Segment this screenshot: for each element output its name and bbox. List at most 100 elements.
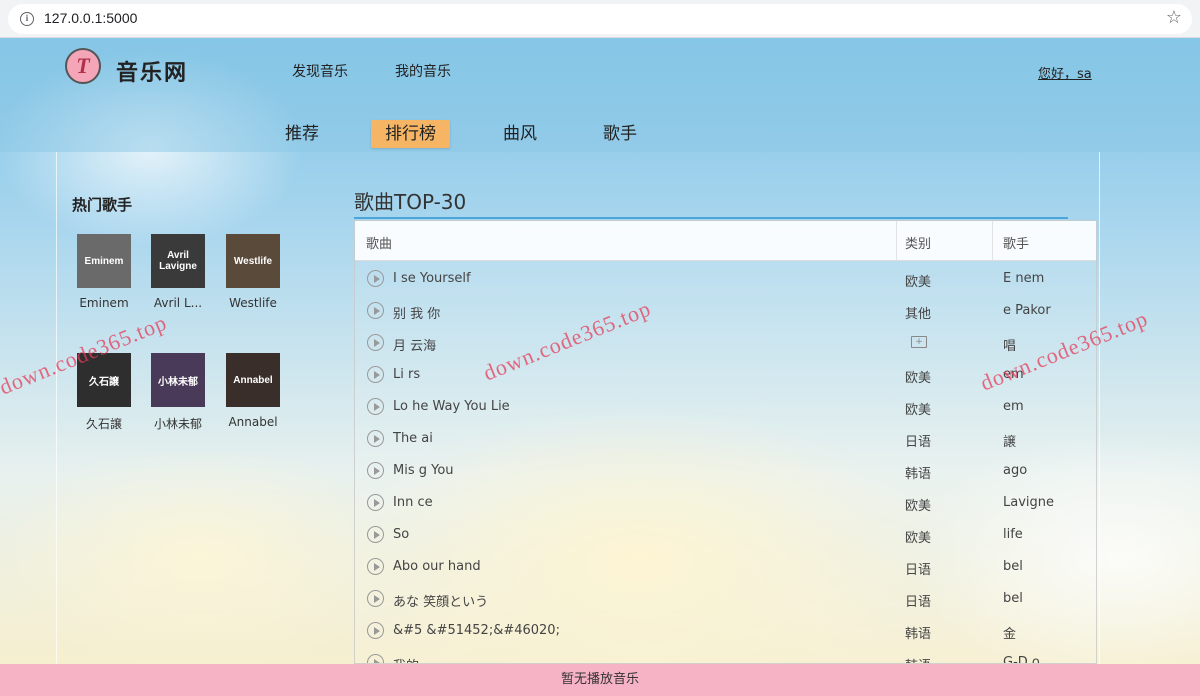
table-row[interactable]: Mis g You 韩语 ago	[355, 455, 1096, 487]
artist-name[interactable]: Eminem	[74, 296, 134, 310]
artist-name[interactable]: Avril L...	[148, 296, 208, 310]
play-icon[interactable]	[367, 366, 384, 383]
song-title[interactable]: Abo our hand	[393, 559, 481, 574]
play-icon[interactable]	[367, 334, 384, 351]
song-singer[interactable]: life	[1003, 527, 1023, 542]
song-category: 欧美	[905, 371, 932, 386]
song-title[interactable]: Inn ce	[393, 495, 433, 510]
song-singer[interactable]: bel	[1003, 591, 1023, 606]
artist-avatar[interactable]: Avril Lavigne	[151, 234, 205, 288]
play-icon[interactable]	[367, 270, 384, 287]
site-info-icon[interactable]: i	[20, 12, 34, 26]
table-row[interactable]: I se Yourself 欧美 E nem	[355, 263, 1096, 295]
song-list-title: 歌曲TOP-30	[354, 190, 467, 214]
title-underline	[354, 217, 1068, 219]
play-icon[interactable]	[367, 462, 384, 479]
play-icon[interactable]	[367, 494, 384, 511]
artist-card[interactable]: Annabel Annabel	[223, 353, 283, 429]
artist-card[interactable]: 小林未郁 小林未郁	[148, 353, 208, 432]
artist-name[interactable]: 小林未郁	[148, 415, 208, 432]
song-table: 歌曲 类别 歌手 I se Yourself 欧美 E nem 别 我 你 其他 e P…	[354, 220, 1097, 664]
table-row[interactable]: &#5 &#51452;&#46020; 韩语 金	[355, 615, 1096, 647]
tab-recommend[interactable]: 推荐	[285, 120, 319, 148]
song-title[interactable]: So	[393, 527, 409, 542]
artist-name[interactable]: Annabel	[223, 415, 283, 429]
song-category: 其他	[905, 307, 932, 322]
column-divider	[992, 221, 993, 261]
artist-avatar[interactable]: 小林未郁	[151, 353, 205, 407]
play-icon[interactable]	[367, 398, 384, 415]
artist-avatar[interactable]: Annabel	[226, 353, 280, 407]
artist-card[interactable]: Eminem Eminem	[74, 234, 134, 310]
bookmark-star-icon[interactable]: ☆	[1166, 7, 1182, 28]
table-row[interactable]: 月 云海 + 唱	[355, 327, 1096, 359]
column-header-category: 类别	[905, 237, 932, 252]
artist-name[interactable]: Westlife	[223, 296, 283, 310]
song-title[interactable]: 我的	[393, 655, 419, 663]
play-icon[interactable]	[367, 622, 384, 639]
play-icon[interactable]	[367, 430, 384, 447]
table-row[interactable]: Abo our hand 日语 bel	[355, 551, 1096, 583]
table-row[interactable]: So 欧美 life	[355, 519, 1096, 551]
song-singer[interactable]: Lavigne	[1003, 495, 1054, 510]
song-singer[interactable]: G-D o	[1003, 655, 1040, 663]
site-logo-text[interactable]: 音乐网	[116, 55, 188, 87]
song-singer[interactable]: 金	[1003, 623, 1016, 642]
song-category: 欧美	[905, 403, 932, 418]
song-title[interactable]: 别 我 你	[393, 303, 440, 322]
table-row[interactable]: 别 我 你 其他 e Pakor	[355, 295, 1096, 327]
tab-artists[interactable]: 歌手	[603, 120, 637, 148]
artist-card[interactable]: Westlife Westlife	[223, 234, 283, 310]
hot-artists-title: 热门歌手	[72, 196, 133, 214]
song-category: 韩语	[905, 655, 931, 663]
song-title[interactable]: Mis g You	[393, 463, 454, 478]
url-field[interactable]: i 127.0.0.1:5000 ☆	[8, 4, 1192, 34]
song-title[interactable]: あな 笑顔という	[393, 591, 488, 610]
table-row[interactable]: Lo he Way You Lie 欧美 em	[355, 391, 1096, 423]
column-header-song: 歌曲	[366, 237, 393, 252]
artist-name[interactable]: 久石譲	[74, 415, 134, 432]
subnav-bar	[0, 92, 1200, 152]
logo-icon[interactable]: T	[65, 48, 101, 84]
song-title[interactable]: Lo he Way You Lie	[393, 399, 510, 414]
table-row[interactable]: The ai 日语 譲	[355, 423, 1096, 455]
nav-discover-music[interactable]: 发现音乐	[292, 61, 348, 81]
song-singer[interactable]: bel	[1003, 559, 1023, 574]
table-row[interactable]: あな 笑顔という 日语 bel	[355, 583, 1096, 615]
song-title[interactable]: 月 云海	[393, 335, 436, 354]
song-singer[interactable]: E nem	[1003, 271, 1044, 286]
player-bar[interactable]: 暂无播放音乐	[0, 664, 1200, 696]
play-icon[interactable]	[367, 558, 384, 575]
nav-my-music[interactable]: 我的音乐	[395, 61, 451, 81]
song-title[interactable]: Li rs	[393, 367, 420, 382]
song-title[interactable]: I se Yourself	[393, 271, 471, 286]
tab-charts[interactable]: 排行榜	[371, 120, 450, 148]
artist-avatar[interactable]: Westlife	[226, 234, 280, 288]
song-singer[interactable]: em	[1003, 399, 1024, 414]
song-title[interactable]: &#5 &#51452;&#46020;	[393, 623, 560, 638]
artist-avatar[interactable]: Eminem	[77, 234, 131, 288]
song-singer[interactable]: 譲	[1003, 431, 1016, 450]
play-icon[interactable]	[367, 654, 384, 663]
user-greeting-link[interactable]: 您好，sa	[1038, 63, 1092, 82]
play-icon[interactable]	[367, 590, 384, 607]
song-category: 韩语	[905, 627, 932, 642]
play-icon[interactable]	[367, 302, 384, 319]
tab-genre[interactable]: 曲风	[503, 120, 537, 148]
browser-address-bar: i 127.0.0.1:5000 ☆	[0, 0, 1200, 38]
song-title[interactable]: The ai	[393, 431, 433, 446]
play-icon[interactable]	[367, 526, 384, 543]
song-singer[interactable]: 唱	[1003, 335, 1016, 354]
table-header: 歌曲 类别 歌手	[355, 221, 1096, 261]
song-singer[interactable]: ago	[1003, 463, 1027, 478]
table-row[interactable]: Inn ce 欧美 Lavigne	[355, 487, 1096, 519]
song-singer[interactable]: e Pakor	[1003, 303, 1051, 318]
song-category: 韩语	[905, 467, 932, 482]
song-category: 日语	[905, 595, 932, 610]
add-folder-icon[interactable]: +	[911, 336, 927, 348]
url-text[interactable]: 127.0.0.1:5000	[44, 10, 137, 26]
table-row[interactable]: 我的 韩语 G-D o	[355, 647, 1096, 663]
song-category: 欧美	[905, 275, 932, 290]
player-status: 暂无播放音乐	[560, 672, 639, 687]
artist-card[interactable]: Avril Lavigne Avril L...	[148, 234, 208, 310]
